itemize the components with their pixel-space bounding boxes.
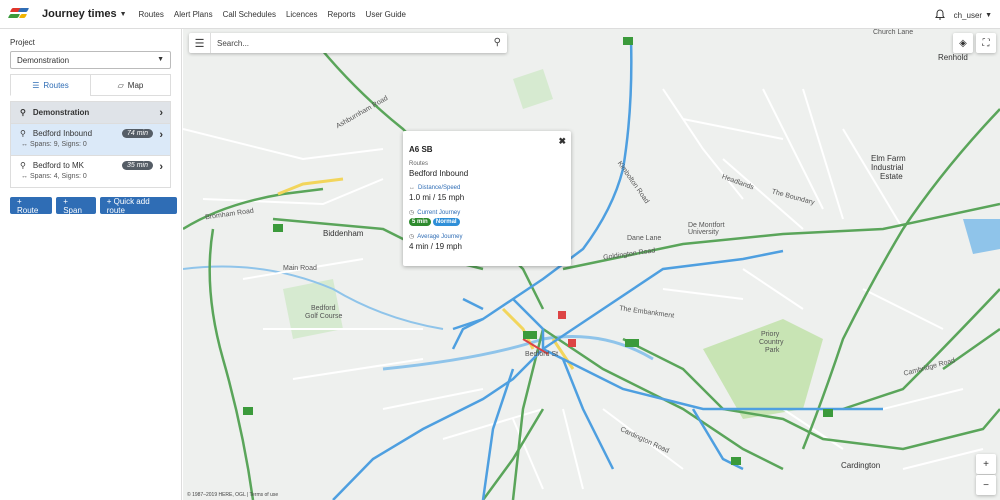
tab-routes[interactable]: ☰ Routes (10, 74, 90, 96)
current-journey-badge: 5 min (409, 218, 431, 226)
river (382, 335, 654, 371)
distance-icon: ↔ (409, 185, 415, 191)
chevron-down-icon: ▼ (157, 56, 164, 63)
map-label-priory: Priory (761, 331, 780, 338)
map-label-golf: Bedford (311, 305, 336, 312)
popup-average-value: 4 min / 19 mph (409, 242, 462, 251)
route-actions: + Route + Span + Quick add route (10, 197, 181, 215)
project-select-value: Demonstration (17, 56, 70, 65)
map-label-biddenham: Biddenham (323, 229, 364, 238)
map-label-bedford-st: Bedford St (525, 351, 559, 358)
chevron-down-icon[interactable]: ▼ (985, 12, 992, 19)
map-label-main-road: Main Road (283, 265, 317, 272)
fullscreen-button[interactable]: ⛶ (976, 33, 996, 53)
journey-time-badge: 74 min (121, 129, 153, 138)
menu-icon[interactable]: ☰ (189, 33, 211, 53)
popup-routes-label: Routes (409, 161, 429, 167)
monitored-route (332, 38, 883, 500)
list-item[interactable]: ⚲ Bedford to MK ↔ Spans: 4, Signs: 0 35 … (11, 155, 170, 187)
tab-routes-label: Routes (43, 80, 69, 90)
tab-map[interactable]: ▱ Map (90, 74, 171, 96)
fullscreen-icon: ⛶ (982, 37, 990, 49)
map-label-golf-course: Golf Course (305, 313, 343, 320)
quick-add-route-button[interactable]: + Quick add route (99, 197, 177, 215)
app-title[interactable]: Journey times (42, 8, 117, 20)
map-search-input[interactable] (217, 38, 477, 48)
map-pin-icon: ⚲ (20, 161, 26, 170)
route-name: Bedford to MK (32, 161, 84, 170)
popup-average-label: ◷ Average Journey (409, 233, 565, 240)
close-icon[interactable]: ✖ (558, 136, 566, 147)
chevron-down-icon[interactable]: ▼ (120, 11, 127, 18)
popup-routes-value: Bedford Inbound (409, 169, 469, 178)
bell-icon[interactable] (934, 9, 946, 21)
map-label-cardington: Cardington (841, 461, 881, 470)
nav-licences[interactable]: Licences (286, 10, 318, 19)
popup-current-label: ◷ Current Journey (409, 209, 565, 216)
clock-icon: ◷ (409, 234, 415, 240)
nav-routes[interactable]: Routes (139, 10, 164, 19)
map-label-industrial: Industrial (871, 163, 904, 172)
nav-alert-plans[interactable]: Alert Plans (174, 10, 213, 19)
add-route-button[interactable]: + Route (10, 197, 53, 215)
tab-map-label: Map (127, 80, 144, 90)
route-group[interactable]: ⚲ Demonstration › (11, 102, 170, 123)
map-label-university: University (688, 229, 719, 236)
map-label-estate: Estate (880, 172, 903, 181)
chevron-right-icon[interactable]: › (159, 161, 163, 173)
map-label-dane-lane: Dane Lane (627, 235, 662, 242)
map-label-elm-farm: Elm Farm (871, 154, 906, 163)
chevron-right-icon[interactable]: › (159, 107, 163, 119)
journey-time-badge: 35 min (121, 161, 153, 170)
map-label-renhold: Renhold (938, 53, 968, 62)
map-label-country: Country (759, 339, 784, 346)
lake (963, 219, 1000, 254)
popup-distance-label: ↔ Distance/Speed (409, 185, 565, 191)
popup-distance-value: 1.0 mi / 15 mph (409, 193, 465, 202)
map-attribution[interactable]: © 1987–2019 HERE, OGL | Terms of use (187, 492, 278, 498)
sidebar: Project Demonstration ▼ ☰ Routes ▱ Map ⚲… (0, 29, 182, 500)
route-group-name: Demonstration (32, 108, 90, 117)
zoom-in-button[interactable]: + (976, 454, 996, 474)
list-icon: ☰ (32, 80, 40, 90)
map-label-de-montfort: De Montfort (688, 222, 725, 229)
route-meta-text: Spans: 9, Signs: 0 (29, 141, 87, 148)
route-meta: ↔ Spans: 9, Signs: 0 (21, 141, 87, 148)
map-pin-icon: ⚲ (20, 129, 26, 138)
layers-icon: ◈ (959, 37, 967, 49)
route-list: ⚲ Demonstration › ⚲ Bedford Inbound ↔ Sp… (10, 101, 171, 188)
route-meta-text: Spans: 4, Signs: 0 (29, 173, 87, 180)
map-pin-icon: ⚲ (20, 108, 26, 117)
add-span-button[interactable]: + Span (56, 197, 96, 215)
popup-title: A6 SB (409, 145, 433, 154)
main-nav: Routes Alert Plans Call Schedules Licenc… (139, 10, 416, 19)
app-logo[interactable] (7, 5, 31, 23)
popup-distance-label-text: Distance/Speed (418, 185, 461, 191)
chevron-right-icon[interactable]: › (159, 129, 163, 141)
top-navbar: Journey times ▼ Routes Alert Plans Call … (0, 0, 1000, 29)
zoom-out-button[interactable]: − (976, 475, 996, 495)
map-label-park: Park (765, 347, 780, 354)
segment-popup: ✖ A6 SB Routes Bedford Inbound ↔ Distance… (403, 131, 571, 266)
map-view[interactable]: Elm Farm Industrial Estate Biddenham Car… (183, 29, 1000, 500)
nav-reports[interactable]: Reports (328, 10, 356, 19)
list-item[interactable]: ⚲ Bedford Inbound ↔ Spans: 9, Signs: 0 7… (11, 123, 170, 155)
route-meta: ↔ Spans: 4, Signs: 0 (21, 173, 87, 180)
status-badge: Normal (432, 218, 460, 226)
layers-button[interactable]: ◈ (953, 33, 973, 53)
user-menu[interactable]: ch_user (954, 11, 982, 20)
map-icon: ▱ (117, 80, 124, 90)
route-name: Bedford Inbound (32, 129, 93, 138)
project-label: Project (10, 38, 35, 47)
popup-average-label-text: Average Journey (417, 234, 463, 240)
search-icon[interactable]: ⚲ (494, 37, 501, 48)
map-search-bar: ☰ ⚲ (189, 33, 507, 53)
park-area (513, 69, 553, 109)
view-tabs: ☰ Routes ▱ Map (10, 74, 171, 96)
map-label-church-lane: Church Lane (873, 29, 914, 36)
nav-call-schedules[interactable]: Call Schedules (223, 10, 276, 19)
project-select[interactable]: Demonstration ▼ (10, 51, 171, 69)
nav-user-guide[interactable]: User Guide (366, 10, 406, 19)
